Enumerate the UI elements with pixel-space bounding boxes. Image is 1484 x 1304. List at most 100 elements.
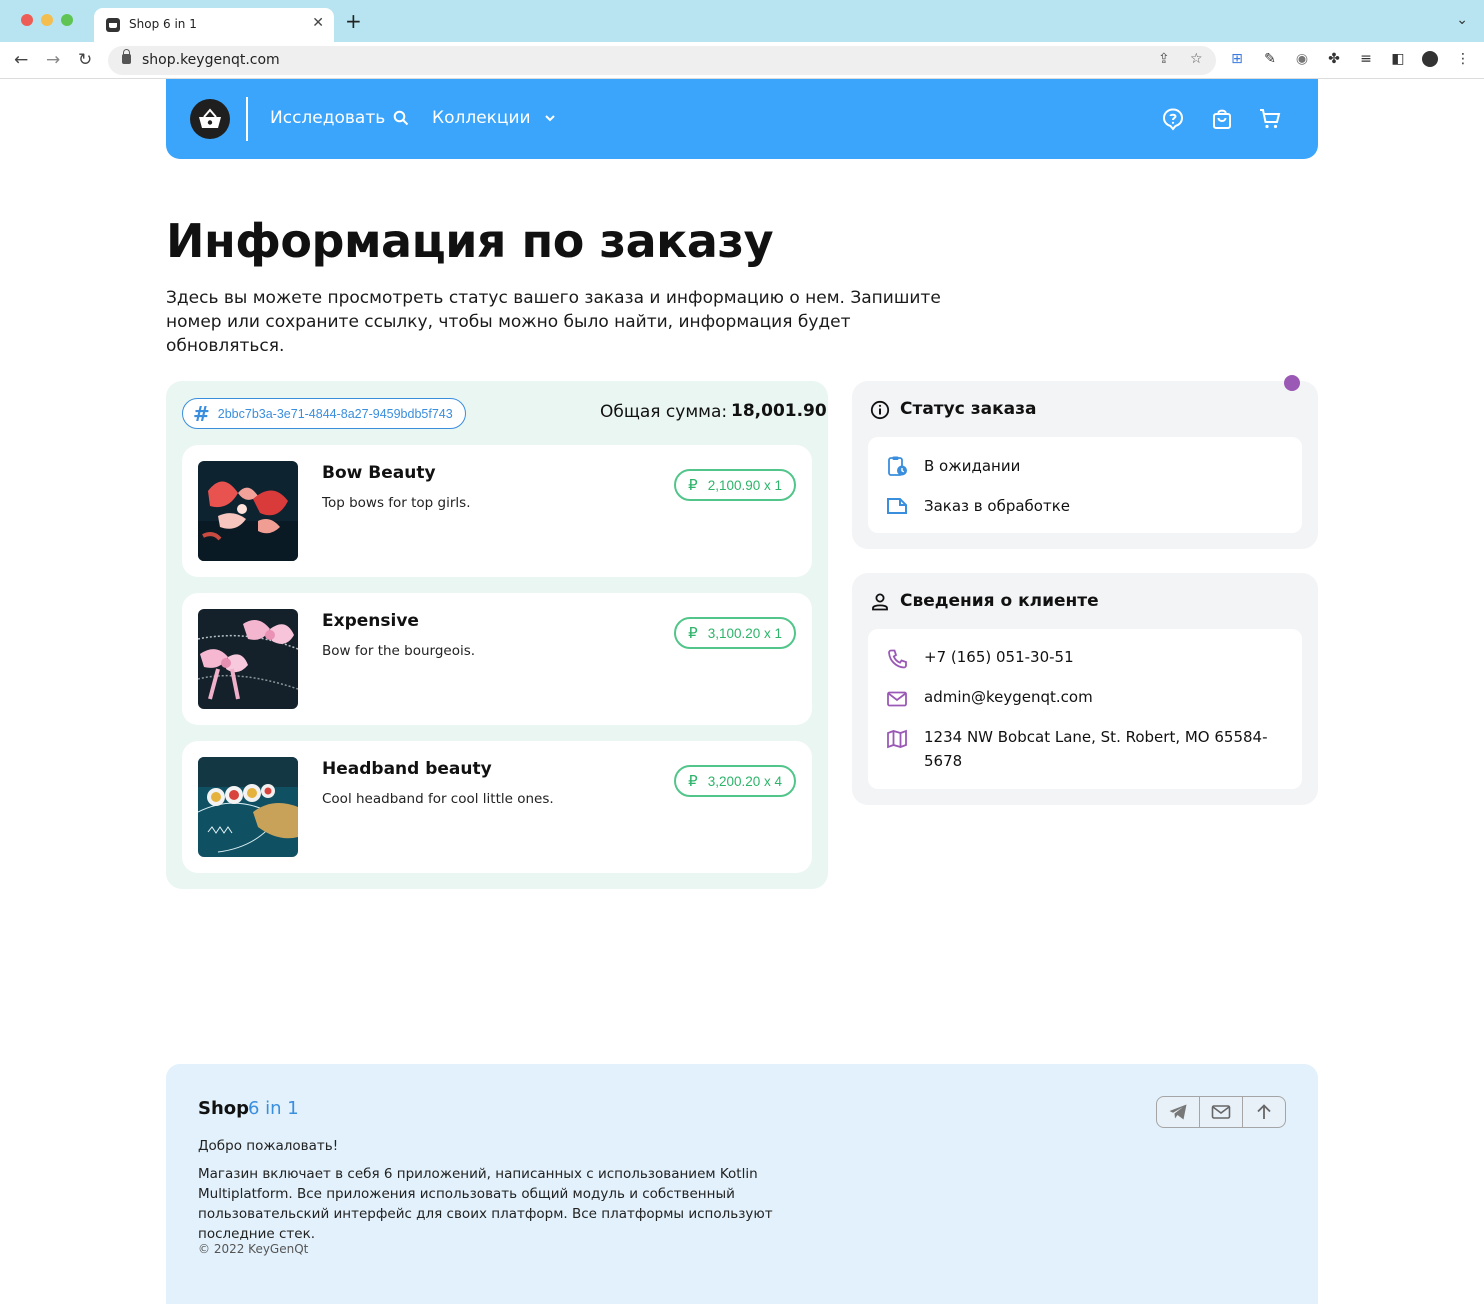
address-bar[interactable]: shop.keygenqt.com ⇪ ☆ <box>108 46 1216 75</box>
email-button[interactable] <box>1200 1097 1243 1127</box>
customer-info-list: +7 (165) 051-30-51 admin@keygenqt.com 12… <box>868 629 1302 789</box>
order-status-list: В ожидании Заказ в обработке <box>868 437 1302 533</box>
nav-collections[interactable]: Коллекции <box>432 108 557 128</box>
person-icon <box>872 593 888 611</box>
minimize-window-button[interactable] <box>41 14 53 26</box>
ruble-icon: ₽ <box>688 624 698 642</box>
footer-copyright: © 2022 KeyGenQt <box>198 1242 309 1256</box>
item-price: 3,200.20 x 4 <box>707 773 782 789</box>
order-total-value: 18,001.90 <box>731 401 827 421</box>
back-arrow-icon[interactable]: ← <box>14 50 28 70</box>
item-price-chip: ₽ 2,100.90 x 1 <box>674 469 796 501</box>
item-name: Expensive <box>322 611 419 631</box>
arrow-up-icon <box>1257 1104 1271 1119</box>
note-icon <box>887 498 907 514</box>
reload-icon[interactable]: ↻ <box>78 50 92 70</box>
item-price-chip: ₽ 3,200.20 x 4 <box>674 765 796 797</box>
hash-icon: # <box>193 401 210 426</box>
side-panel-icon[interactable]: ◧ <box>1390 51 1406 67</box>
share-icon[interactable]: ⇪ <box>1158 51 1170 67</box>
item-description: Cool headband for cool little ones. <box>322 791 554 807</box>
order-item[interactable]: Bow Beauty Top bows for top girls. ₽ 2,1… <box>182 445 812 577</box>
item-price-chip: ₽ 3,100.20 x 1 <box>674 617 796 649</box>
customer-address: 1234 NW Bobcat Lane, St. Robert, MO 6558… <box>924 728 1268 770</box>
product-image-headband-beauty[interactable] <box>198 757 298 857</box>
item-description: Top bows for top girls. <box>322 495 471 511</box>
map-icon <box>887 729 907 749</box>
ruble-icon: ₽ <box>688 772 698 790</box>
order-status-title: Статус заказа <box>900 399 1037 419</box>
nav-collections-label: Коллекции <box>432 108 531 128</box>
order-panel: # 2bbc7b3a-3e71-4844-8a27-9459bdb5f743 О… <box>166 381 828 889</box>
phone-icon <box>888 649 907 669</box>
media-queue-icon[interactable]: ≡ <box>1358 51 1374 67</box>
close-window-button[interactable] <box>21 14 33 26</box>
lock-icon <box>122 49 131 64</box>
browser-toolbar: ← → ↻ shop.keygenqt.com ⇪ ☆ ⊞ ✎ ◉ ✤ ≡ ◧ … <box>0 42 1484 79</box>
translate-icon[interactable]: ⊞ <box>1229 51 1245 67</box>
scroll-to-top-button[interactable] <box>1243 1097 1285 1127</box>
item-price: 2,100.90 x 1 <box>707 477 782 493</box>
product-image-bow-beauty[interactable] <box>198 461 298 561</box>
site-header: Исследовать Коллекции <box>166 79 1318 159</box>
order-id: 2bbc7b3a-3e71-4844-8a27-9459bdb5f743 <box>217 406 453 421</box>
maximize-window-button[interactable] <box>61 14 73 26</box>
status-pending: В ожидании <box>924 457 1021 475</box>
order-item[interactable]: Headband beauty Cool headband for cool l… <box>182 741 812 873</box>
order-item[interactable]: Expensive Bow for the bourgeois. ₽ 3,100… <box>182 593 812 725</box>
eyedropper-extension-icon[interactable]: ✎ <box>1262 51 1278 67</box>
telegram-icon <box>1169 1104 1187 1120</box>
site-footer: Shop 6 in 1 Добро пожаловать! Магазин вк… <box>166 1064 1318 1304</box>
product-image-expensive[interactable] <box>198 609 298 709</box>
shopping-bag-icon[interactable] <box>1210 107 1234 131</box>
tab-search-chevron-icon[interactable]: ⌄ <box>1456 12 1468 28</box>
customer-email[interactable]: admin@keygenqt.com <box>924 685 1093 709</box>
page-title: Информация по заказу <box>166 214 774 268</box>
page-description: Здесь вы можете просмотреть статус вашег… <box>166 288 941 356</box>
clipboard-clock-icon <box>888 456 907 476</box>
customer-phone[interactable]: +7 (165) 051-30-51 <box>924 645 1074 669</box>
new-tab-button[interactable]: + <box>345 11 362 31</box>
footer-welcome: Добро пожаловать! <box>198 1138 339 1154</box>
header-divider <box>246 97 248 141</box>
ruble-icon: ₽ <box>688 476 698 494</box>
mail-icon <box>1211 1105 1231 1119</box>
order-status-card: Статус заказа В ожидании Заказ в обработ… <box>852 381 1318 549</box>
chevron-down-icon <box>544 115 555 122</box>
help-icon[interactable] <box>1161 107 1185 131</box>
tab-title: Shop 6 in 1 <box>129 17 197 31</box>
item-description: Bow for the bourgeois. <box>322 643 476 659</box>
info-icon <box>870 400 890 420</box>
favicon-icon <box>106 18 120 32</box>
search-icon <box>393 110 409 126</box>
profile-avatar[interactable] <box>1422 51 1438 67</box>
camera-icon[interactable]: ◉ <box>1294 51 1310 67</box>
browser-tab-bar: Shop 6 in 1 ✕ + ⌄ <box>0 0 1484 42</box>
cart-icon[interactable] <box>1258 107 1282 131</box>
footer-brand-accent: 6 in 1 <box>248 1098 299 1119</box>
forward-arrow-icon[interactable]: → <box>46 50 60 70</box>
browser-tab[interactable]: Shop 6 in 1 ✕ <box>94 8 334 42</box>
item-price: 3,100.20 x 1 <box>707 625 782 641</box>
order-total-label: Общая сумма: <box>600 402 728 422</box>
browser-menu-icon[interactable]: ⋮ <box>1455 51 1471 67</box>
customer-info-card: Сведения о клиенте +7 (165) 051-30-51 ad… <box>852 573 1318 805</box>
notification-dot <box>1284 375 1300 391</box>
footer-button-group <box>1156 1096 1286 1128</box>
email-icon <box>887 691 907 707</box>
telegram-button[interactable] <box>1157 1097 1200 1127</box>
nav-explore-label: Исследовать <box>270 108 386 128</box>
customer-info-title: Сведения о клиенте <box>900 591 1099 611</box>
footer-brand: Shop <box>198 1098 250 1119</box>
footer-description: Магазин включает в себя 6 приложений, на… <box>198 1166 773 1242</box>
order-id-chip[interactable]: # 2bbc7b3a-3e71-4844-8a27-9459bdb5f743 <box>182 398 466 429</box>
tab-close-icon[interactable]: ✕ <box>312 15 324 31</box>
item-name: Headband beauty <box>322 759 492 779</box>
bookmark-star-icon[interactable]: ☆ <box>1190 51 1203 67</box>
shop-logo-basket-icon[interactable] <box>190 99 230 139</box>
url-text: shop.keygenqt.com <box>142 52 280 68</box>
status-processing: Заказ в обработке <box>924 497 1071 515</box>
extensions-puzzle-icon[interactable]: ✤ <box>1326 51 1342 67</box>
item-name: Bow Beauty <box>322 463 436 483</box>
nav-explore[interactable]: Исследовать <box>270 108 409 128</box>
